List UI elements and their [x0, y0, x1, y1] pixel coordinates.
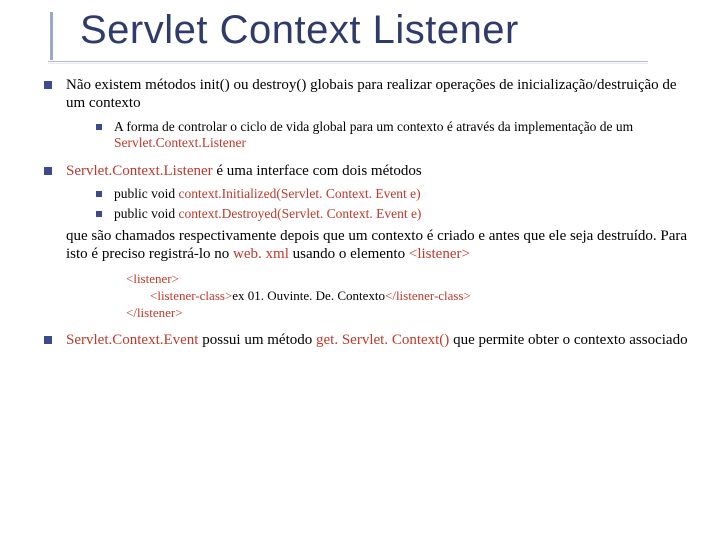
bullet-1: Não existem métodos init() ou destroy() …: [40, 76, 690, 152]
bullet-2-m2-b: context.Destroyed(Servlet. Context. Even…: [179, 206, 422, 221]
bullet-2-lead: Servlet.Context.Listener: [66, 163, 213, 179]
bullet-1-sub-1-b: Servlet.Context.Listener: [114, 135, 246, 150]
code-l2-content: ex 01. Ouvinte. De. Contexto: [232, 288, 385, 303]
bullet-3-b: possui um método: [198, 332, 316, 348]
bullet-3-d: que permite obter o contexto associado: [449, 332, 687, 348]
code-line-3: </listener>: [126, 305, 690, 322]
bullet-1-sub-1-a: A forma de controlar o ciclo de vida glo…: [114, 119, 633, 134]
bullet-3-a: Servlet.Context.Event: [66, 332, 198, 348]
bullet-2-sublist: public void context.Initialized(Servlet.…: [66, 186, 690, 223]
bullet-2-rest: é uma interface com dois métodos: [213, 163, 422, 179]
bullet-3: Servlet.Context.Event possui um método g…: [40, 331, 690, 349]
bullet-1-sublist: A forma de controlar o ciclo de vida glo…: [66, 119, 690, 152]
slide-title: Servlet Context Listener: [80, 8, 720, 53]
bullet-1-sub-1: A forma de controlar o ciclo de vida glo…: [66, 119, 690, 152]
bullet-2-method-2: public void context.Destroyed(Servlet. C…: [66, 206, 690, 222]
bullet-2-m1-b: context.Initialized(Servlet. Context. Ev…: [179, 186, 421, 201]
bullet-3-c: get. Servlet. Context(): [316, 332, 449, 348]
bullet-2-cont-b: web. xml: [233, 246, 289, 262]
code-line-1: <listener>: [126, 271, 690, 288]
code-l2-close: </listener-class>: [385, 288, 471, 303]
title-area: Servlet Context Listener: [0, 0, 720, 59]
code-l2-open: <listener-class>: [150, 288, 232, 303]
bullet-2-m1-a: public void: [114, 186, 179, 201]
slide-body: Não existem métodos init() ou destroy() …: [0, 62, 720, 350]
bullet-2-continuation: que são chamados respectivamente depois …: [66, 227, 690, 264]
bullet-list: Não existem métodos init() ou destroy() …: [40, 76, 690, 350]
bullet-2-m2-a: public void: [114, 206, 179, 221]
bullet-2-cont-c: usando o elemento: [289, 246, 409, 262]
bullet-2-method-1: public void context.Initialized(Servlet.…: [66, 186, 690, 202]
bullet-1-text: Não existem métodos init() ou destroy() …: [66, 77, 677, 111]
code-line-2: <listener-class>ex 01. Ouvinte. De. Cont…: [126, 288, 690, 305]
bullet-2-cont-d: <listener>: [409, 246, 470, 262]
bullet-2: Servlet.Context.Listener é uma interface…: [40, 162, 690, 322]
xml-code-block: <listener> <listener-class>ex 01. Ouvint…: [126, 271, 690, 321]
title-accent-bar: [50, 12, 53, 60]
slide: Servlet Context Listener Não existem mét…: [0, 0, 720, 540]
